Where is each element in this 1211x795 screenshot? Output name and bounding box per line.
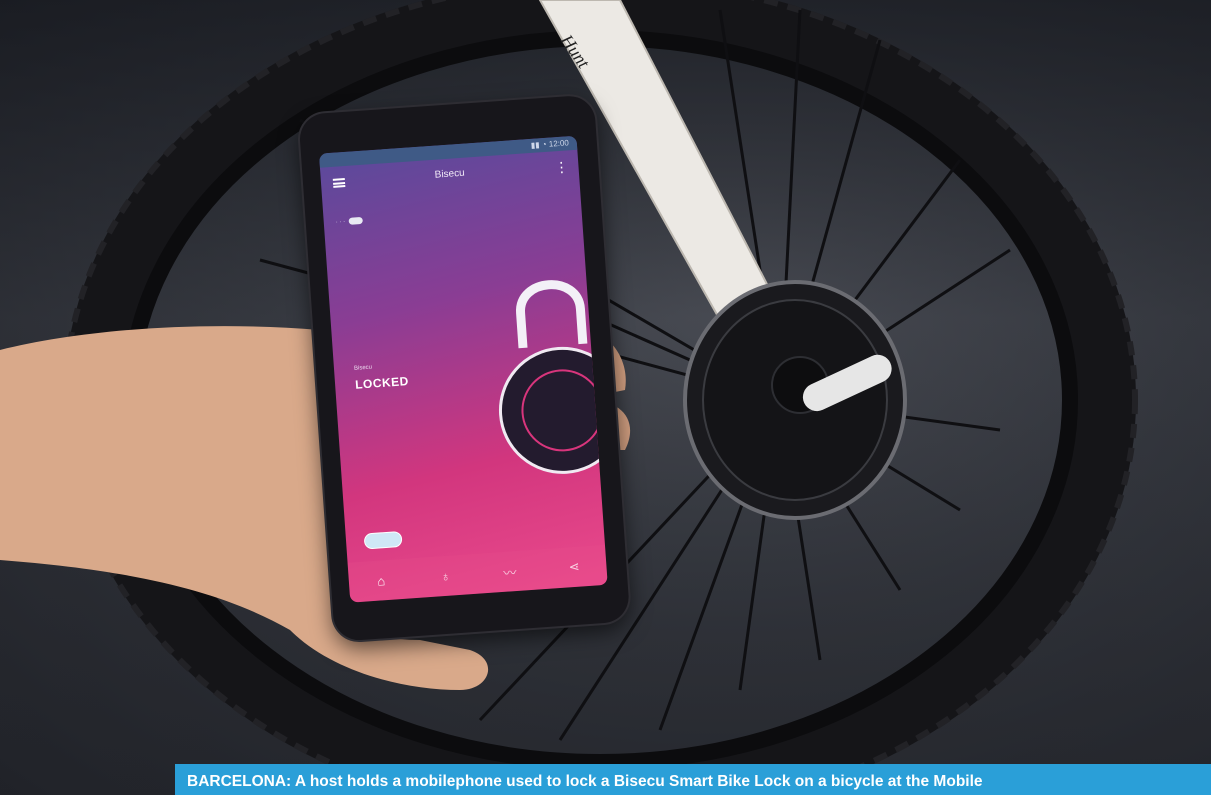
chart-icon[interactable]: 〰 bbox=[494, 561, 525, 582]
more-vertical-icon[interactable]: ⋮ bbox=[554, 158, 569, 176]
bike-icon[interactable]: ♁ bbox=[430, 567, 461, 584]
share-icon[interactable]: ⋖ bbox=[559, 558, 590, 576]
photo: Hunt ▮▮ ◔ 12:00 Bisecu ⋮ · · · Bisecu LO… bbox=[0, 0, 1211, 795]
smartphone: ▮▮ ◔ 12:00 Bisecu ⋮ · · · Bisecu LOCKED … bbox=[298, 94, 631, 642]
app-title: Bisecu bbox=[434, 167, 466, 181]
lock-status-text: LOCKED bbox=[354, 374, 410, 392]
toggle-row: · · · bbox=[335, 216, 364, 226]
device-label: Bisecu bbox=[353, 364, 373, 372]
toggle-switch[interactable] bbox=[348, 216, 364, 225]
toggle-label: · · · bbox=[335, 218, 346, 226]
home-icon[interactable]: ⌂ bbox=[366, 572, 397, 589]
phone-screen: ▮▮ ◔ 12:00 Bisecu ⋮ · · · Bisecu LOCKED … bbox=[318, 135, 608, 603]
unlock-toggle-button[interactable] bbox=[363, 530, 403, 550]
photo-caption: BARCELONA: A host holds a mobilephone us… bbox=[175, 764, 1211, 795]
